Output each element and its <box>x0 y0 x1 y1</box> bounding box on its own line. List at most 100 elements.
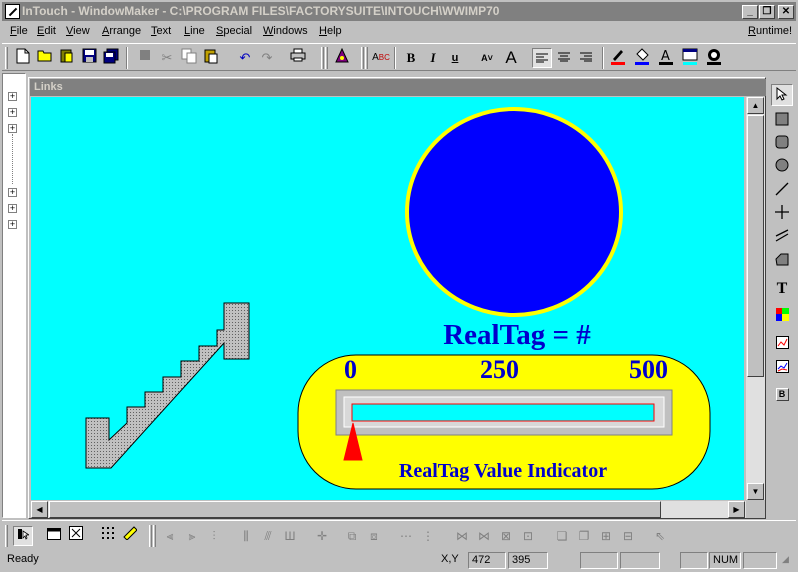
text-color-icon[interactable]: A <box>656 48 676 68</box>
print-icon[interactable] <box>288 48 308 68</box>
enlarge-font-icon[interactable]: A <box>501 48 521 68</box>
reshape-icon[interactable]: ⇖ <box>650 526 670 546</box>
align-right-icon[interactable] <box>576 48 596 68</box>
flip-vertical-icon[interactable]: ⋈ <box>474 526 494 546</box>
blue-circle[interactable] <box>405 107 623 317</box>
scroll-left-button[interactable]: ◀ <box>31 501 48 518</box>
toolbar-grip[interactable] <box>321 47 324 69</box>
vertical-scrollbar[interactable]: ▲ ▼ <box>746 97 765 500</box>
menu-special[interactable]: Special <box>216 25 252 37</box>
vertical-scroll-thumb[interactable] <box>747 115 764 377</box>
transparent-color-icon[interactable] <box>704 48 724 68</box>
new-icon[interactable] <box>13 48 33 68</box>
toolbar-grip[interactable] <box>153 525 156 547</box>
close-button[interactable]: ✕ <box>778 5 794 19</box>
send-to-back-icon[interactable]: ❐ <box>574 526 594 546</box>
align-top-objects-icon[interactable]: ⫼ <box>236 526 256 546</box>
restore-button[interactable]: ❐ <box>759 5 775 19</box>
reduce-font-icon[interactable]: A˅ <box>477 48 497 68</box>
expand-icon[interactable]: + <box>8 108 17 117</box>
rotate-counterclockwise-icon[interactable]: ⊡ <box>518 526 538 546</box>
italic-icon[interactable]: I <box>423 48 443 68</box>
select-arrow-icon[interactable] <box>771 84 793 106</box>
import-icon[interactable] <box>57 48 77 68</box>
bring-to-front-icon[interactable]: ❏ <box>552 526 572 546</box>
toolbar-grip[interactable] <box>149 525 152 547</box>
underline-icon[interactable]: u <box>445 48 465 68</box>
toolbar-grip[interactable] <box>365 47 368 69</box>
historical-trend-tool-icon[interactable] <box>771 357 793 379</box>
undo-icon[interactable]: ↶ <box>235 48 255 68</box>
break-cell-icon[interactable]: ⊟ <box>618 526 638 546</box>
spellcheck-icon[interactable]: ABC <box>371 48 391 68</box>
bold-icon[interactable]: B <box>401 48 421 68</box>
delete-icon[interactable] <box>135 48 155 68</box>
bitmap-tool-icon[interactable] <box>771 305 793 327</box>
expand-icon[interactable]: + <box>8 92 17 101</box>
line-color-icon[interactable] <box>608 48 628 68</box>
grid-icon[interactable] <box>98 526 118 546</box>
save-all-icon[interactable] <box>101 48 121 68</box>
hv-line-tool-icon[interactable] <box>771 203 793 225</box>
drawing-canvas[interactable]: RealTag = # 0 250 500 RealTag Value Indi… <box>31 97 744 500</box>
menu-text[interactable]: Text <box>151 25 171 37</box>
expand-icon[interactable]: + <box>8 204 17 213</box>
application-explorer[interactable]: + + + + + + <box>2 73 26 518</box>
make-cell-icon[interactable]: ⊞ <box>596 526 616 546</box>
rectangle-tool-icon[interactable] <box>771 110 793 132</box>
align-centers-icon[interactable]: ✛ <box>312 526 332 546</box>
line-tool-icon[interactable] <box>771 180 793 202</box>
group-icon[interactable]: ⧉ <box>342 526 362 546</box>
resize-grip[interactable]: ◢ <box>779 552 794 569</box>
align-bottom-objects-icon[interactable]: Ш <box>280 526 300 546</box>
staircase-shape[interactable] <box>85 302 250 469</box>
ungroup-icon[interactable]: ⧈ <box>364 526 384 546</box>
menu-edit[interactable]: Edit <box>37 25 56 37</box>
save-icon[interactable] <box>79 48 99 68</box>
rounded-rectangle-tool-icon[interactable] <box>771 133 793 155</box>
toolbar-grip[interactable] <box>325 47 328 69</box>
space-horizontal-icon[interactable]: ⋯ <box>396 526 416 546</box>
scroll-down-button[interactable]: ▼ <box>747 483 764 500</box>
button-tool-icon[interactable]: B <box>771 383 793 405</box>
redo-icon[interactable]: ↷ <box>257 48 277 68</box>
text-tool-icon[interactable]: T <box>771 278 793 300</box>
align-center-objects-icon[interactable]: ⫸ <box>182 526 202 546</box>
fill-color-icon[interactable] <box>632 48 652 68</box>
ellipse-tool-icon[interactable] <box>771 156 793 178</box>
scroll-right-button[interactable]: ▶ <box>728 501 745 518</box>
flip-horizontal-icon[interactable]: ⋈ <box>452 526 472 546</box>
toolbar-grip[interactable] <box>5 47 8 69</box>
app-icon[interactable] <box>5 4 20 19</box>
runtime-menu[interactable]: Runtime! <box>748 25 792 37</box>
toolbar-grip[interactable] <box>5 525 8 547</box>
minimize-button[interactable]: _ <box>742 5 758 19</box>
ruler-icon[interactable] <box>120 526 140 546</box>
align-left-objects-icon[interactable]: ⫷ <box>160 526 180 546</box>
polygon-tool-icon[interactable] <box>771 251 793 273</box>
expand-icon[interactable]: + <box>8 188 17 197</box>
menu-help[interactable]: Help <box>319 25 342 37</box>
menu-line[interactable]: Line <box>184 25 205 37</box>
menu-windows[interactable]: Windows <box>263 25 308 37</box>
paste-icon[interactable] <box>201 48 221 68</box>
horizontal-scroll-thumb[interactable] <box>49 501 661 518</box>
toolbar-grip[interactable] <box>361 47 364 69</box>
align-right-objects-icon[interactable]: ⫶ <box>204 526 224 546</box>
polyline-tool-icon[interactable] <box>771 226 793 248</box>
scroll-up-button[interactable]: ▲ <box>747 97 764 114</box>
menu-file[interactable]: File <box>10 25 28 37</box>
select-mode-icon[interactable] <box>13 526 33 546</box>
open-folder-icon[interactable] <box>35 48 55 68</box>
realtime-trend-tool-icon[interactable] <box>771 333 793 355</box>
full-screen-icon[interactable] <box>44 526 64 546</box>
expand-icon[interactable]: + <box>8 220 17 229</box>
align-center-icon[interactable] <box>554 48 574 68</box>
cut-icon[interactable]: ✂ <box>157 48 177 68</box>
align-middle-objects-icon[interactable]: ⫻ <box>258 526 278 546</box>
menu-view[interactable]: View <box>66 25 90 37</box>
copy-icon[interactable] <box>179 48 199 68</box>
rotate-clockwise-icon[interactable]: ⊠ <box>496 526 516 546</box>
expand-icon[interactable]: + <box>8 124 17 133</box>
space-vertical-icon[interactable]: ⋮ <box>418 526 438 546</box>
